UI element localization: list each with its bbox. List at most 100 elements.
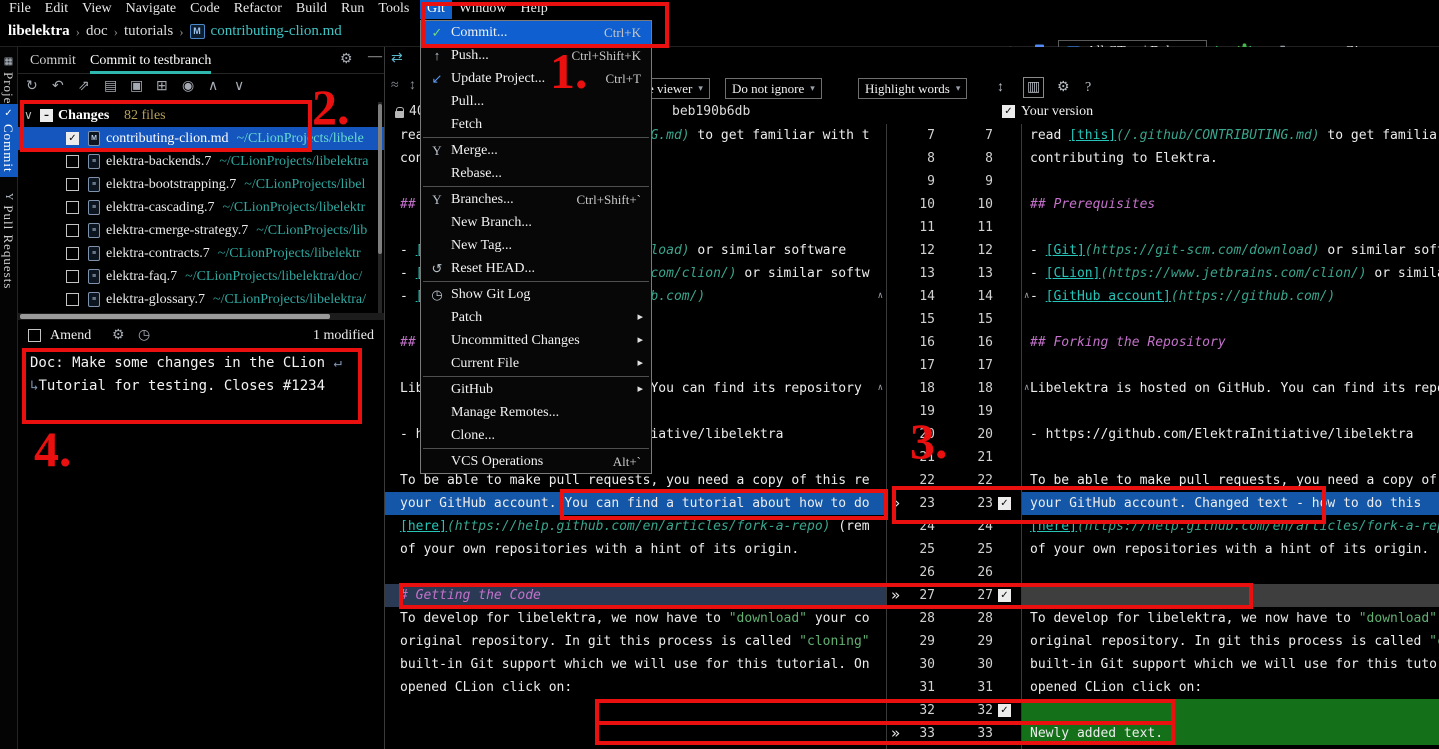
file-checkbox[interactable] [66, 201, 79, 214]
menu-item-view[interactable]: View [75, 0, 118, 19]
changes-group-row[interactable]: ∨ – Changes 82 files [18, 104, 384, 127]
git-menu-item-fetch[interactable]: Fetch [421, 113, 651, 136]
scrollbar-thumb[interactable] [20, 314, 330, 319]
highlight-policy-dropdown[interactable]: Highlight words ▾ [858, 78, 967, 99]
menu-shortcut: Ctrl+K [604, 21, 641, 44]
git-menu-item-current-file[interactable]: Current File▸ [421, 352, 651, 375]
file-checkbox[interactable] [66, 247, 79, 260]
diff-pane-right[interactable]: read [this](/.github/CONTRIBUTING.md) to… [1022, 124, 1439, 749]
commit-toolbar-icon-7[interactable]: ∧ [208, 74, 218, 100]
git-menu-item-new-tag-[interactable]: New Tag... [421, 234, 651, 257]
chevron-down-icon[interactable]: ∨ [24, 104, 33, 127]
fold-icon[interactable]: ∧ [1024, 378, 1029, 398]
history-icon[interactable]: ◷ [138, 324, 150, 348]
breadcrumb-doc[interactable]: doc [86, 23, 108, 40]
git-menu-item-uncommitted-changes[interactable]: Uncommitted Changes▸ [421, 329, 651, 352]
git-menu-item-patch[interactable]: Patch▸ [421, 306, 651, 329]
menu-item-run[interactable]: Run [334, 0, 371, 19]
git-menu-item-update-project-[interactable]: ↙Update Project...Ctrl+T [421, 67, 651, 90]
diff-toolbar-icon-0[interactable]: ↕ [997, 78, 1004, 98]
git-menu-item-commit-[interactable]: ✓Commit...Ctrl+K [421, 21, 651, 44]
changed-file-row[interactable]: ≡elektra-glossary.7~/CLionProjects/libel… [18, 288, 384, 311]
chunk-checkbox[interactable]: ✓ [998, 589, 1011, 602]
commit-toolbar-icon-8[interactable]: ∨ [234, 74, 244, 100]
menu-item-edit[interactable]: Edit [38, 0, 75, 19]
commit-tool-window: Commit Commit to testbranch ⚙ — ↻ ↶ ⇗ ▤ ▣ ⊞ ◉ ∧… [18, 47, 385, 749]
menu-item-code[interactable]: Code [183, 0, 227, 19]
compare-icon[interactable]: ⇄ [391, 50, 403, 67]
breadcrumb-tutorials[interactable]: tutorials [124, 23, 173, 40]
git-menu-item-vcs-operations[interactable]: VCS OperationsAlt+` [421, 450, 651, 473]
tab-commit[interactable]: Commit [30, 50, 76, 74]
changed-file-row[interactable]: ≡elektra-bootstrapping.7~/CLionProjects/… [18, 173, 384, 196]
modified-count[interactable]: 1 modified [313, 324, 374, 348]
scrollbar-thumb[interactable] [378, 104, 382, 254]
commit-toolbar-icon-6[interactable]: ◉ [182, 74, 194, 100]
chunk-checkbox[interactable]: ✓ [998, 497, 1011, 510]
git-menu-item-github[interactable]: GitHub▸ [421, 378, 651, 401]
git-menu-item-merge-[interactable]: YMerge... [421, 139, 651, 162]
horizontal-scrollbar[interactable] [18, 313, 384, 320]
file-checkbox[interactable] [66, 178, 79, 191]
your-version-checkbox[interactable]: ✓ [1002, 105, 1015, 118]
diff-toolbar-icon-2[interactable]: ⚙ [1057, 78, 1070, 98]
git-menu-item-reset-head-[interactable]: ↺Reset HEAD... [421, 257, 651, 280]
right-line-number: 33 [951, 722, 993, 745]
commit-toolbar-icon-4[interactable]: ▣ [130, 74, 143, 100]
menu-item-build[interactable]: Build [289, 0, 334, 19]
commit-message-editor[interactable]: Doc: Make some changes in the CLion ↵ ↳T… [30, 352, 378, 398]
tool-tab-pull-requests[interactable]: YPull Requests [0, 189, 18, 293]
git-menu-item-manage-remotes-[interactable]: Manage Remotes... [421, 401, 651, 424]
changed-file-row[interactable]: ≡elektra-cascading.7~/CLionProjects/libe… [18, 196, 384, 219]
commit-toolbar-icon-3[interactable]: ▤ [104, 74, 117, 100]
menu-item-help[interactable]: Help [514, 0, 555, 19]
menu-item-window[interactable]: Window [452, 0, 514, 19]
commit-toolbar-icon-1[interactable]: ↶ [52, 74, 64, 100]
chunk-checkbox[interactable]: ✓ [998, 704, 1011, 717]
menu-item-git[interactable]: Git [420, 0, 452, 19]
diff-toolbar-icon-3[interactable]: ? [1085, 78, 1091, 98]
file-checkbox[interactable] [66, 224, 79, 237]
menu-item-file[interactable]: File [2, 0, 38, 19]
file-name: elektra-bootstrapping.7 [106, 177, 236, 192]
git-menu-item-pull-[interactable]: Pull... [421, 90, 651, 113]
commit-toolbar-icon-2[interactable]: ⇗ [78, 74, 90, 100]
ignore-policy-dropdown[interactable]: Do not ignore ▾ [725, 78, 822, 99]
changes-checkbox[interactable]: – [40, 109, 53, 122]
gear-icon[interactable]: ⚙ [112, 324, 125, 348]
git-menu-item-new-branch-[interactable]: New Branch... [421, 211, 651, 234]
gear-icon[interactable]: ⚙ [340, 51, 353, 68]
tab-commit-to-testbranch[interactable]: Commit to testbranch [90, 50, 211, 74]
git-menu-item-branches-[interactable]: YBranches...Ctrl+Shift+` [421, 188, 651, 211]
fold-icon[interactable]: ∧ [878, 286, 883, 306]
file-checkbox[interactable]: ✓ [66, 132, 79, 145]
fold-icon[interactable]: ∧ [878, 378, 883, 398]
menu-item-refactor[interactable]: Refactor [227, 0, 289, 19]
commit-toolbar-icon-0[interactable]: ↻ [26, 74, 38, 100]
changed-file-row[interactable]: ≡elektra-cmerge-strategy.7~/CLionProject… [18, 219, 384, 242]
menu-item-navigate[interactable]: Navigate [119, 0, 184, 19]
file-checkbox[interactable] [66, 293, 79, 306]
commit-toolbar-icon-5[interactable]: ⊞ [156, 74, 168, 100]
fold-icon[interactable]: ∧ [1024, 286, 1029, 306]
changed-file-row[interactable]: ≡elektra-contracts.7~/CLionProjects/libe… [18, 242, 384, 265]
minimize-icon[interactable]: — [368, 49, 382, 65]
changed-file-row[interactable]: ✓Mcontributing-clion.md~/CLionProjects/l… [18, 127, 384, 150]
git-menu-item-clone-[interactable]: Clone... [421, 424, 651, 447]
git-menu-item-push-[interactable]: ↑Push...Ctrl+Shift+K [421, 44, 651, 67]
file-checkbox[interactable] [66, 155, 79, 168]
vertical-scrollbar[interactable] [378, 102, 382, 314]
diff-toolbar-icon-1[interactable]: ▥ [1023, 77, 1044, 98]
left-line-number: 8 [893, 147, 935, 170]
file-checkbox[interactable] [66, 270, 79, 283]
git-menu-item-rebase-[interactable]: Rebase... [421, 162, 651, 185]
amend-checkbox[interactable] [28, 329, 41, 342]
git-menu-item-show-git-log[interactable]: ◷Show Git Log [421, 283, 651, 306]
changed-file-row[interactable]: ≡elektra-backends.7~/CLionProjects/libel… [18, 150, 384, 173]
tool-tab-commit[interactable]: ✓Commit [0, 104, 18, 177]
code-segment: [CLion] [1046, 266, 1101, 281]
breadcrumb-project[interactable]: libelektra [8, 23, 70, 40]
changed-file-row[interactable]: ≡elektra-faq.7~/CLionProjects/libelektra… [18, 265, 384, 288]
breadcrumb-file[interactable]: contributing-clion.md [211, 23, 342, 40]
menu-item-tools[interactable]: Tools [371, 0, 416, 19]
